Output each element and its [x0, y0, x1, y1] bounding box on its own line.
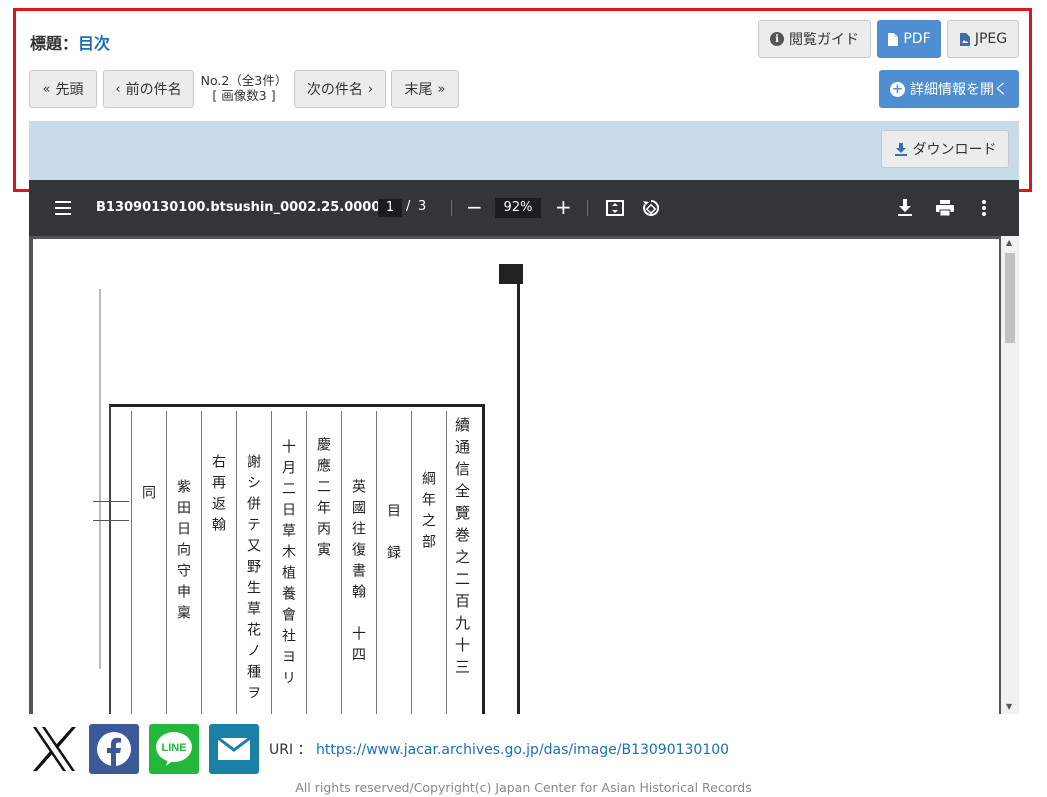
- scroll-thumb[interactable]: [1005, 253, 1015, 343]
- jpeg-button-label: JPEG: [974, 31, 1008, 47]
- doc-column-5: 慶應二年丙寅: [315, 437, 331, 563]
- uri-line: URI ： https://www.jacar.archives.go.jp/d…: [269, 739, 729, 759]
- download-icon: [894, 143, 907, 156]
- doc-column-7: 謝シ併テ又野生草花ノ種ヲ: [245, 454, 261, 706]
- image-file-icon: [959, 32, 970, 46]
- doc-column-3: 目 録: [385, 503, 401, 566]
- print-icon[interactable]: [936, 200, 954, 216]
- scroll-up-icon[interactable]: ▲: [1006, 238, 1012, 247]
- item-counter: No.2（全3件） [ 画像数3 ]: [200, 73, 288, 103]
- pdf-file-icon: [888, 32, 899, 46]
- first-button-label: 先頭: [55, 82, 84, 98]
- x-share-button[interactable]: [29, 724, 79, 774]
- doc-column-1: 續通信全覽巻之二百九十三: [453, 417, 471, 681]
- double-chevron-right-icon: »: [437, 81, 446, 97]
- title-label: 標題：: [30, 34, 79, 53]
- uri-link[interactable]: https://www.jacar.archives.go.jp/das/ima…: [316, 742, 729, 758]
- next-item-button[interactable]: 次の件名 ›: [294, 70, 386, 108]
- doc-column-2: 綱年之部: [420, 471, 436, 555]
- counter-line2: [ 画像数3 ]: [212, 88, 276, 103]
- prev-item-button-label: 前の件名: [125, 82, 182, 98]
- page-area[interactable]: 續通信全覽巻之二百九十三 綱年之部 目 録 英國往復書翰 十四 慶應二年丙寅 十…: [29, 236, 1019, 714]
- jpeg-button[interactable]: JPEG: [947, 20, 1019, 58]
- viewer-toolbar: B13090130100.btsushin_0002.25.0000... 1 …: [29, 180, 1019, 236]
- mail-icon: [218, 738, 250, 760]
- chevron-left-icon: ‹: [115, 81, 121, 97]
- toolbar-divider: [587, 200, 588, 216]
- double-chevron-left-icon: «: [42, 81, 51, 97]
- toolbar-divider: [451, 200, 452, 216]
- facebook-share-button[interactable]: [89, 724, 139, 774]
- plus-circle-icon: +: [890, 81, 905, 97]
- doc-column-8: 右再返翰: [210, 454, 226, 538]
- last-button[interactable]: 末尾 »: [391, 70, 459, 108]
- viewer-scrollbar[interactable]: ▲ ▼: [1001, 236, 1019, 714]
- guide-button-label: 閲覧ガイド: [789, 32, 859, 48]
- uri-label: URI ：: [269, 742, 312, 758]
- scroll-down-icon[interactable]: ▼: [1006, 702, 1012, 711]
- viewer-filename: B13090130100.btsushin_0002.25.0000...: [96, 200, 396, 215]
- page-number-input[interactable]: 1: [378, 199, 402, 217]
- info-icon: i: [770, 32, 784, 46]
- fit-page-icon[interactable]: [606, 200, 624, 216]
- download-band: [29, 121, 1019, 180]
- last-button-label: 末尾: [404, 82, 433, 98]
- more-options-icon[interactable]: [982, 200, 986, 216]
- pdf-viewer: B13090130100.btsushin_0002.25.0000... 1 …: [29, 180, 1019, 714]
- pdf-button[interactable]: PDF: [877, 20, 941, 58]
- line-share-button[interactable]: LINE: [149, 724, 199, 774]
- document-page: 續通信全覽巻之二百九十三 綱年之部 目 録 英國往復書翰 十四 慶應二年丙寅 十…: [33, 239, 999, 714]
- title-value: 目次: [78, 34, 111, 53]
- viewer-download-icon[interactable]: [897, 199, 913, 216]
- detail-info-button[interactable]: + 詳細情報を開く: [879, 70, 1019, 108]
- line-icon: LINE: [156, 732, 192, 766]
- doc-column-6: 十月二日草木植養會社ヨリ: [280, 439, 296, 691]
- scan-edge-line: [99, 289, 101, 669]
- doc-column-4: 英國往復書翰 十四: [350, 479, 366, 668]
- first-button[interactable]: « 先頭: [29, 70, 97, 108]
- copyright-footer: All rights reserved/Copyright(c) Japan C…: [295, 780, 752, 795]
- mail-share-button[interactable]: [209, 724, 259, 774]
- scan-tick: [93, 501, 129, 521]
- pdf-button-label: PDF: [903, 31, 931, 47]
- menu-icon[interactable]: [55, 201, 71, 215]
- prev-item-button[interactable]: ‹ 前の件名: [103, 70, 194, 108]
- guide-button[interactable]: i 閲覧ガイド: [758, 20, 871, 58]
- chevron-right-icon: ›: [367, 81, 374, 97]
- line-icon-text: LINE: [161, 742, 186, 754]
- x-logo-icon: [33, 727, 76, 771]
- counter-line1: No.2（全3件）: [200, 73, 288, 88]
- page-separator: /: [406, 199, 411, 214]
- zoom-level[interactable]: 92%: [495, 198, 541, 218]
- rotate-icon[interactable]: [642, 199, 660, 217]
- facebook-icon: [97, 732, 131, 766]
- doc-column-10: 同: [140, 485, 156, 506]
- next-item-button-label: 次の件名: [306, 82, 363, 98]
- detail-info-button-label: 詳細情報を開く: [910, 82, 1008, 98]
- download-button-label: ダウンロード: [912, 142, 997, 158]
- zoom-out-icon[interactable]: −: [466, 195, 483, 219]
- doc-column-9: 紫田日向守申稟: [175, 479, 191, 626]
- download-button[interactable]: ダウンロード: [881, 130, 1009, 168]
- page-title: 標題：目次: [30, 30, 110, 54]
- page-total: 3: [418, 199, 427, 214]
- zoom-in-icon[interactable]: +: [555, 195, 572, 219]
- page-fold-line: [517, 279, 520, 714]
